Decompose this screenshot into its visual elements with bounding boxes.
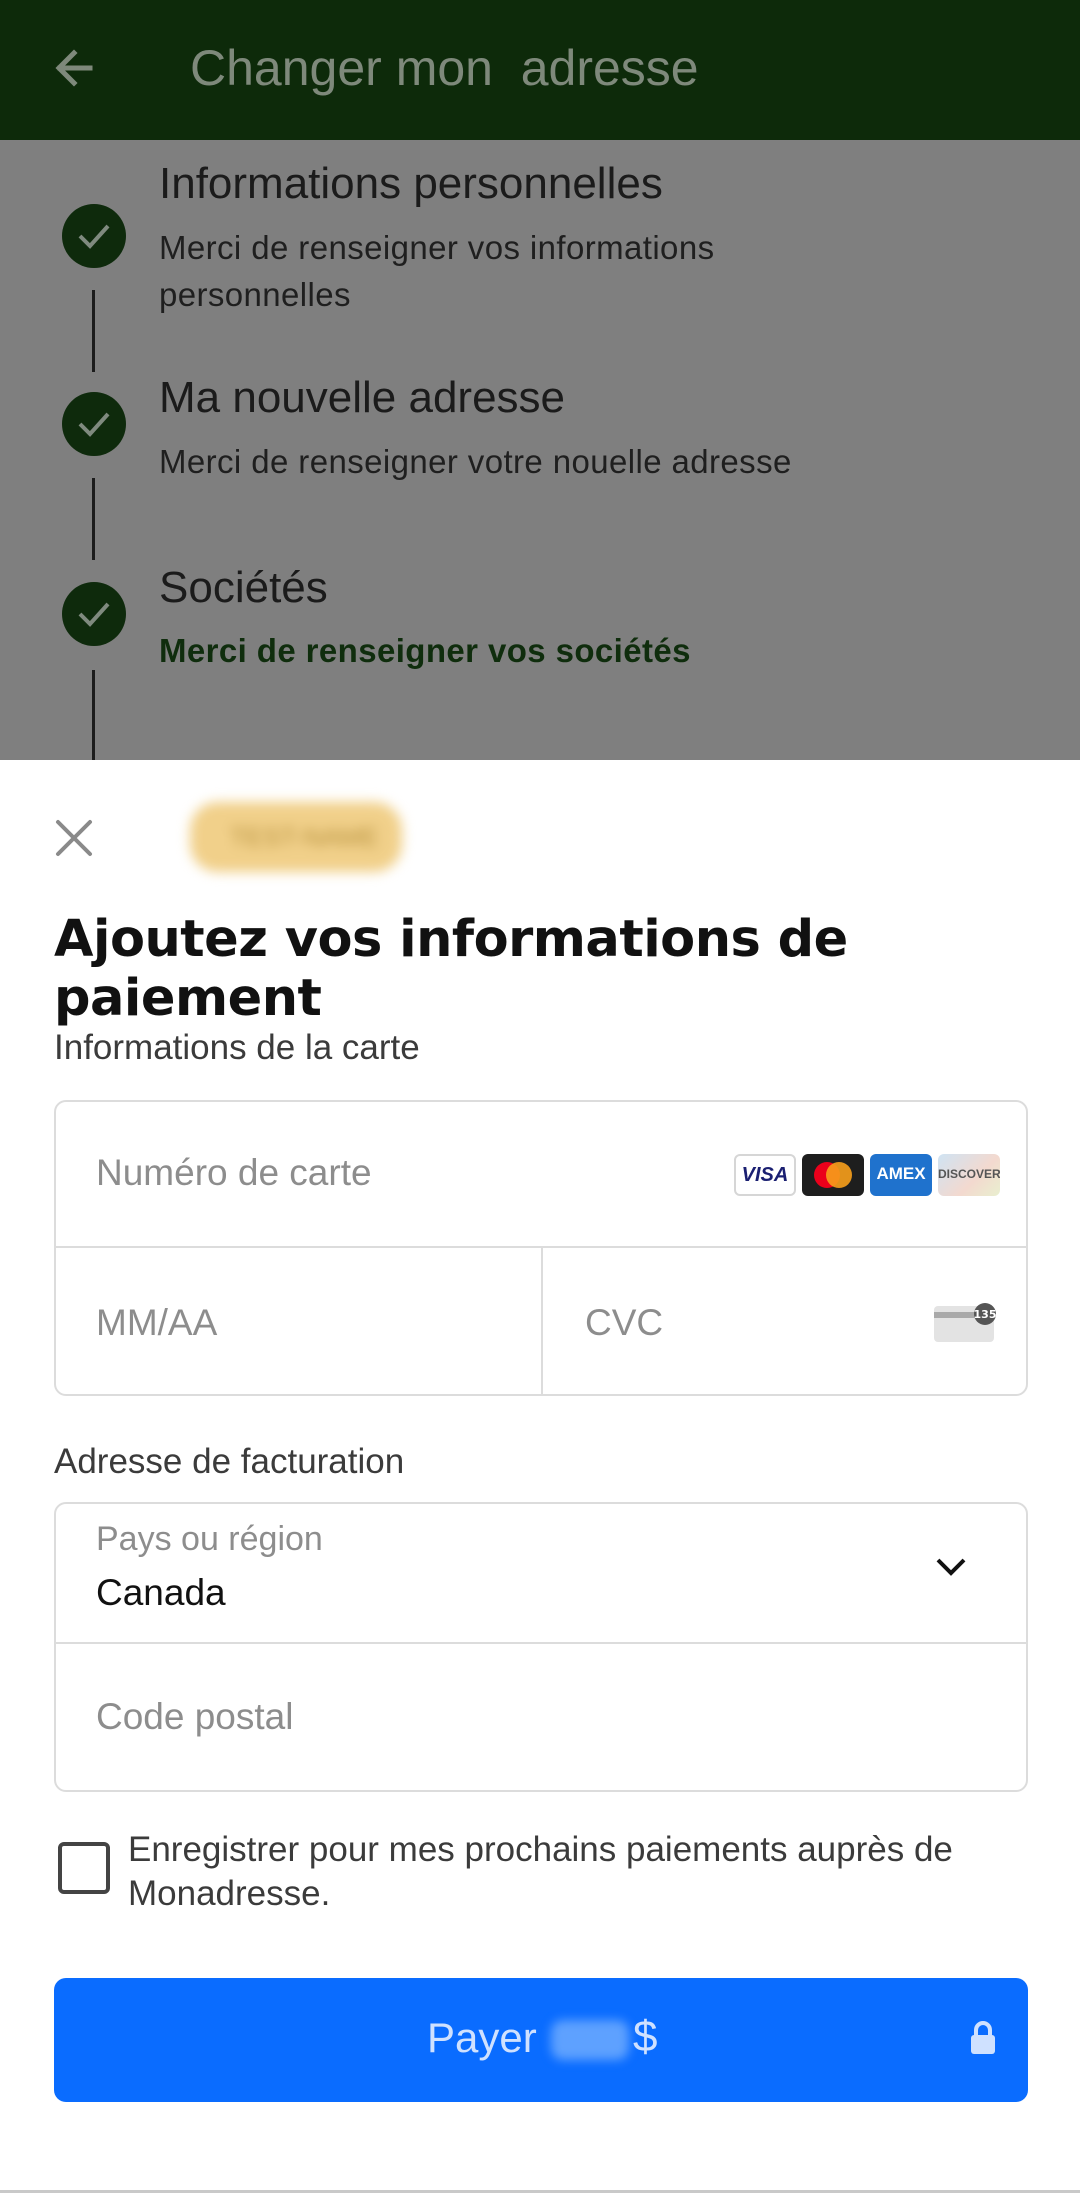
check-icon [62, 392, 126, 456]
country-select[interactable]: Pays ou région Canada [56, 1504, 1026, 1644]
step-title: Informations personnelles [159, 159, 663, 208]
check-icon [62, 204, 126, 268]
cvc-card-icon: 135 [934, 1303, 997, 1342]
svg-text:135: 135 [974, 1308, 997, 1321]
pay-amount [551, 2020, 629, 2060]
expiry-placeholder: MM/AA [96, 1302, 218, 1343]
step-connector [92, 478, 95, 560]
step-title: Ma nouvelle adresse [159, 373, 566, 422]
step-connector [92, 670, 95, 760]
pay-button-label: Payer [427, 2014, 537, 2061]
lock-icon [971, 2021, 995, 2054]
billing-section-label: Adresse de facturation [54, 1442, 405, 1481]
step-title: Sociétés [159, 563, 328, 612]
cvc-field[interactable]: CVC 135 [543, 1250, 1028, 1396]
chevron-down-icon [936, 1558, 966, 1576]
country-label: Pays ou région [96, 1520, 323, 1558]
card-input-group: Numéro de carte VISA AMEX DISCOVER MM/AA… [54, 1100, 1028, 1396]
close-icon[interactable] [52, 816, 96, 860]
save-payment-checkbox[interactable] [58, 1842, 110, 1894]
discover-icon: DISCOVER [938, 1154, 1000, 1196]
check-icon [62, 582, 126, 646]
payment-sheet: TEST-NAME Ajoutez vos informations de pa… [0, 760, 1080, 2193]
postal-code-placeholder: Code postal [96, 1696, 294, 1737]
mastercard-icon [802, 1154, 864, 1196]
arrow-left-icon[interactable] [44, 36, 108, 100]
card-number-field[interactable]: Numéro de carte VISA AMEX DISCOVER [56, 1102, 1026, 1248]
amex-icon: AMEX [870, 1154, 932, 1196]
pay-currency: $ [633, 2012, 658, 2061]
step-description: Merci de renseigner vos sociétés [159, 632, 691, 669]
visa-icon: VISA [734, 1154, 796, 1196]
country-value: Canada [96, 1572, 226, 1613]
save-payment-label[interactable]: Enregistrer pour mes prochains paiements… [128, 1828, 1008, 1916]
cvc-placeholder: CVC [585, 1302, 664, 1343]
merchant-name: TEST-NAME [190, 802, 402, 872]
pay-button[interactable]: Payer $ [54, 1978, 1028, 2102]
stepper: Informations personnelles Merci de rense… [0, 140, 1080, 760]
step-description: Merci de renseigner votre nouelle adress… [159, 443, 792, 480]
card-brands: VISA AMEX DISCOVER [734, 1154, 1000, 1196]
card-number-placeholder: Numéro de carte [96, 1152, 372, 1193]
expiry-field[interactable]: MM/AA [56, 1250, 541, 1396]
card-section-label: Informations de la carte [54, 1028, 420, 1067]
step-connector [92, 290, 95, 372]
step-description: Merci de renseigner vos informations per… [159, 229, 715, 313]
postal-code-field[interactable]: Code postal [56, 1646, 1026, 1792]
page-title: Changer mon adresse [190, 40, 699, 96]
sheet-heading: Ajoutez vos informations de paiement [54, 910, 848, 1028]
app-bar: Changer mon adresse [0, 0, 1080, 140]
billing-address-group: Pays ou région Canada Code postal [54, 1502, 1028, 1792]
